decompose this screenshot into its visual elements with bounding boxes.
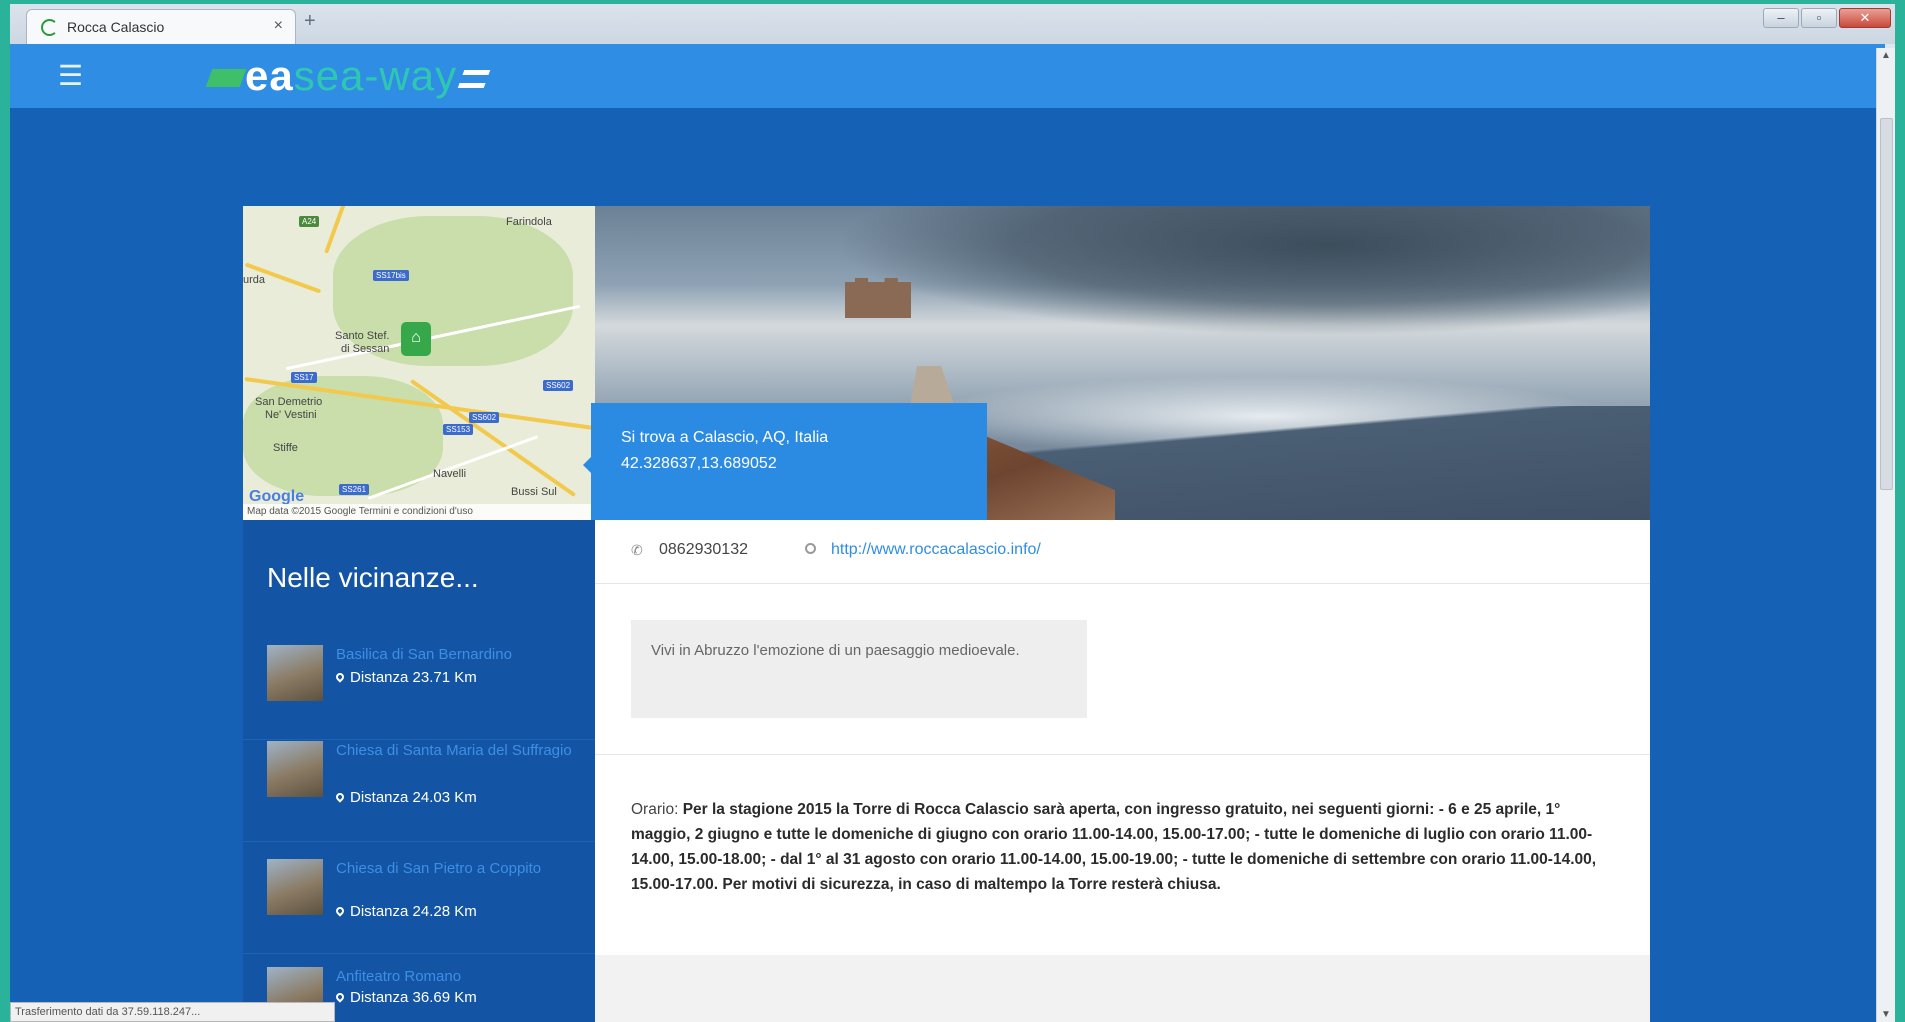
- description-text: Vivi in Abruzzo l'emozione di un paesagg…: [631, 620, 1087, 718]
- scroll-thumb[interactable]: [1880, 118, 1893, 490]
- nearby-item[interactable]: Chiesa di Santa Maria del Suffragio Dist…: [243, 723, 595, 842]
- maximize-button[interactable]: ▫: [1801, 8, 1837, 28]
- new-tab-button[interactable]: +: [304, 10, 316, 33]
- road-shield: SS602: [543, 380, 574, 391]
- nearby-title: Nelle vicinanze...: [267, 562, 479, 593]
- location-address: Si trova a Calascio, AQ, Italia: [621, 429, 829, 446]
- location-pin-icon: [334, 671, 346, 683]
- nearby-thumbnail[interactable]: [267, 741, 323, 797]
- location-pin-icon: [334, 905, 346, 917]
- nearby-item-distance: Distanza 24.28 Km: [334, 903, 477, 920]
- menu-icon[interactable]: ☰: [58, 62, 83, 90]
- browser-tab[interactable]: Rocca Calascio ×: [26, 9, 296, 44]
- nearby-item-name[interactable]: Chiesa di San Pietro a Coppito: [336, 857, 576, 881]
- distance-text: Distanza 36.69 Km: [350, 989, 477, 1006]
- distance-text: Distanza 24.28 Km: [350, 903, 477, 920]
- map-label: Navelli: [433, 468, 467, 480]
- description-section: Vivi in Abruzzo l'emozione di un paesagg…: [595, 584, 1650, 755]
- distance-text: Distanza 23.71 Km: [350, 669, 477, 686]
- logo-text-2: sea-way: [293, 52, 458, 99]
- map-label: San Demetrio: [255, 396, 323, 408]
- scroll-up-icon[interactable]: ▲: [1881, 50, 1891, 61]
- nearby-item-distance: Distanza 24.03 Km: [334, 789, 477, 806]
- photo-clouds: [835, 206, 1650, 336]
- map-label: Santo Stef.: [335, 330, 390, 342]
- phone-number[interactable]: 0862930132: [659, 541, 748, 559]
- road-shield: SS153: [443, 424, 474, 435]
- minimize-button[interactable]: –: [1763, 8, 1799, 28]
- nearby-thumbnail[interactable]: [267, 859, 323, 915]
- globe-icon: [805, 543, 816, 554]
- map-label: Stiffe: [273, 442, 298, 454]
- details-panel: ✆ 0862930132 http://www.roccacalascio.in…: [595, 520, 1650, 1022]
- nearby-item-distance: Distanza 36.69 Km: [334, 989, 477, 1006]
- nearby-item-name[interactable]: Anfiteatro Romano: [336, 965, 576, 989]
- map-marker-icon[interactable]: ⌂: [401, 322, 431, 356]
- location-map[interactable]: Farindola Santo Stef. di Sessan San Deme…: [243, 206, 595, 520]
- photo-tower: [845, 278, 911, 318]
- location-coordinates: 42.328637,13.689052: [621, 455, 777, 472]
- logo-lines-icon: [457, 69, 491, 88]
- nearby-item[interactable]: Chiesa di San Pietro a Coppito Distanza …: [243, 841, 595, 954]
- status-bar: Trasferimento dati da 37.59.118.247...: [10, 1002, 335, 1022]
- vertical-scrollbar[interactable]: ▲ ▼: [1876, 48, 1895, 1022]
- opening-hours: Orario: Per la stagione 2015 la Torre di…: [631, 797, 1616, 897]
- page-content: Farindola Santo Stef. di Sessan San Deme…: [10, 108, 1885, 1022]
- location-info-box: Si trova a Calascio, AQ, Italia 42.32863…: [591, 403, 987, 527]
- location-pin-icon: [334, 991, 346, 1003]
- website-link[interactable]: http://www.roccacalascio.info/: [831, 541, 1041, 559]
- map-label: Farindola: [506, 216, 552, 228]
- nearby-thumbnail[interactable]: [267, 645, 323, 701]
- contact-row: ✆ 0862930132 http://www.roccacalascio.in…: [595, 520, 1650, 584]
- nearby-item-name[interactable]: Basilica di San Bernardino: [336, 643, 576, 667]
- distance-text: Distanza 24.03 Km: [350, 789, 477, 806]
- road-shield: SS17: [291, 372, 317, 383]
- tab-title: Rocca Calascio: [67, 19, 165, 35]
- map-attribution: Map data ©2015 Google Termini e condizio…: [243, 504, 595, 520]
- map-label: di Sessan: [341, 343, 390, 355]
- hours-section: Orario: Per la stagione 2015 la Torre di…: [595, 755, 1650, 955]
- location-pin-icon: [334, 791, 346, 803]
- nearby-item-distance: Distanza 23.71 Km: [334, 669, 477, 686]
- road-shield: SS17bis: [373, 270, 409, 281]
- tab-strip: Rocca Calascio × + – ▫ ✕: [10, 4, 1895, 44]
- browser-window: Rocca Calascio × + – ▫ ✕ ☰ easea-way Far…: [10, 4, 1895, 1022]
- map-label: Bussi Sul: [511, 486, 557, 498]
- nearby-sidebar: Nelle vicinanze... Basilica di San Berna…: [243, 520, 595, 1022]
- nearby-item-name[interactable]: Chiesa di Santa Maria del Suffragio: [336, 739, 576, 763]
- site-logo[interactable]: easea-way: [205, 52, 491, 99]
- map-label: Ne' Vestini: [265, 409, 317, 421]
- road-shield: A24: [299, 216, 320, 227]
- map-label: urda: [243, 274, 266, 286]
- logo-text-1: ea: [245, 52, 294, 99]
- app-header: ☰ easea-way: [10, 44, 1885, 108]
- hours-label: Orario:: [631, 801, 683, 818]
- close-tab-icon[interactable]: ×: [274, 17, 283, 35]
- scroll-down-icon[interactable]: ▼: [1881, 1009, 1891, 1020]
- hours-text: Per la stagione 2015 la Torre di Rocca C…: [631, 801, 1597, 893]
- logo-ship-icon: [205, 69, 247, 87]
- road-shield: SS602: [469, 412, 500, 423]
- close-window-button[interactable]: ✕: [1839, 8, 1891, 28]
- loading-spinner-icon: [41, 19, 58, 36]
- phone-icon: ✆: [631, 542, 643, 558]
- road-shield: SS261: [339, 484, 370, 495]
